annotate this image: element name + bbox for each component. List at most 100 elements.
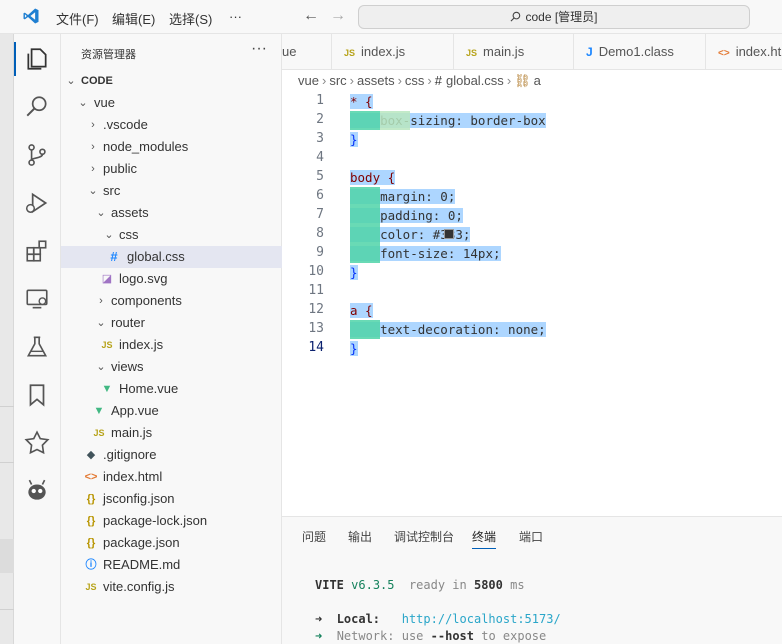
chevron-down-icon: ⌄ — [78, 97, 88, 109]
terminal-text: ready in — [408, 578, 467, 592]
line-number: 5 — [316, 169, 324, 184]
copilot-icon[interactable] — [24, 430, 50, 456]
tree-item-src[interactable]: ⌄ src — [61, 180, 282, 202]
tab-label: index.ht — [735, 44, 782, 59]
tab-index-js[interactable]: JS index.js — [332, 34, 454, 69]
panel-tab-debug-console[interactable]: 调试控制台 — [394, 528, 454, 545]
tree-item-index-html[interactable]: <> index.html — [61, 466, 282, 488]
alien-extension-icon[interactable] — [24, 478, 50, 504]
tree-item-vite-config-js[interactable]: JS vite.config.js — [61, 576, 282, 598]
tree-item-public[interactable]: › public — [61, 158, 282, 180]
bookmark-icon[interactable] — [24, 382, 50, 408]
menu-more[interactable]: ··· — [229, 9, 242, 24]
chevron-down-icon: ⌄ — [96, 361, 106, 373]
tree-item-views[interactable]: ⌄ views — [61, 356, 282, 378]
tab-main-js[interactable]: JS main.js — [454, 34, 574, 69]
chevron-right-icon: › — [321, 73, 327, 88]
forward-arrow-icon[interactable]: → — [330, 7, 346, 25]
terminal-line-vite: VITE v6.3.5 ready in 5800 ms — [315, 578, 525, 592]
tree-item-jsconfig-json[interactable]: {} jsconfig.json — [61, 488, 282, 510]
tree-item-package-json[interactable]: {} package.json — [61, 532, 282, 554]
terminal-text: --host — [430, 629, 474, 643]
breadcrumb-item[interactable]: vue — [298, 73, 319, 88]
json-file-icon: {} — [86, 537, 96, 549]
menu-edit[interactable]: 编辑(E) — [112, 9, 155, 28]
tree-item-logo-svg[interactable]: ◪ logo.svg — [61, 268, 282, 290]
tree-item-readme[interactable]: ⓘ README.md — [61, 554, 282, 576]
indent-guide — [350, 320, 380, 339]
strip-highlight — [0, 539, 14, 573]
tree-item-css[interactable]: ⌄ css — [61, 224, 282, 246]
chevron-right-icon: › — [427, 73, 432, 88]
breadcrumb-item[interactable]: a — [534, 73, 541, 88]
tree-item-home-vue[interactable]: ▼ Home.vue — [61, 378, 282, 400]
tree-item-label: README.md — [103, 557, 181, 572]
tree-item-label: App.vue — [111, 403, 159, 418]
terminal-line-local: ➜ Local: http://localhost:5173/ — [315, 612, 561, 626]
code-line: } — [350, 263, 358, 282]
tree-item-router-index-js[interactable]: JS index.js — [61, 334, 282, 356]
vue-file-icon: ▼ — [101, 383, 113, 395]
panel-tab-problems[interactable]: 问题 — [302, 528, 326, 545]
vscode-logo-icon — [23, 8, 39, 24]
local-url-link[interactable]: http://localhost:5173/ — [402, 612, 561, 626]
search-icon[interactable] — [24, 94, 50, 120]
chevron-down-icon: ⌄ — [104, 229, 114, 241]
tree-item-label: assets — [111, 205, 149, 220]
current-line-number: 14 — [308, 340, 324, 355]
source-control-icon[interactable] — [24, 142, 50, 168]
panel-tab-output[interactable]: 输出 — [348, 528, 372, 545]
remote-explorer-icon[interactable] — [24, 286, 50, 312]
tree-item-assets[interactable]: ⌄ assets — [61, 202, 282, 224]
css-file-icon: # — [110, 249, 118, 264]
extensions-icon[interactable] — [24, 238, 50, 264]
code-line: a { — [350, 301, 373, 320]
chevron-right-icon: › — [91, 163, 95, 175]
tree-item-label: Home.vue — [119, 381, 179, 396]
js-file-icon: JS — [85, 582, 97, 592]
tab-demo1-class[interactable]: J Demo1.class — [574, 34, 706, 69]
tab-index-html[interactable]: <> index.ht — [706, 34, 782, 69]
editor-tabs: ue JS index.js JS main.js J Demo1.class <> i… — [282, 34, 782, 70]
tab-vue[interactable]: ue — [282, 34, 332, 69]
tree-item-label: logo.svg — [119, 271, 168, 286]
breadcrumb-item[interactable]: assets — [357, 73, 395, 88]
active-indicator — [14, 42, 16, 76]
code-line: * { — [350, 92, 373, 111]
title-bar: 文件(F) 编辑(E) 选择(S) ··· ← → code [管理员] — [0, 0, 782, 34]
run-debug-icon[interactable] — [24, 190, 50, 216]
search-icon — [511, 11, 521, 22]
tree-item-label: index.js — [119, 337, 164, 352]
tree-item-vue[interactable]: ⌄ vue — [61, 92, 282, 114]
tree-item-global-css[interactable]: # global.css — [61, 246, 282, 268]
tree-item-app-vue[interactable]: ▼ App.vue — [61, 400, 282, 422]
code-text: body { — [350, 170, 396, 185]
tree-item-components[interactable]: › components — [61, 290, 282, 312]
breadcrumb-item[interactable]: global.css — [446, 73, 504, 88]
tree-item-node-modules[interactable]: › node_modules — [61, 136, 282, 158]
back-arrow-icon[interactable]: ← — [303, 7, 319, 25]
color-swatch — [444, 229, 454, 239]
line-number: 13 — [308, 321, 324, 336]
breadcrumb-item[interactable]: src — [329, 73, 346, 88]
tree-item-main-js[interactable]: JS main.js — [61, 422, 282, 444]
menu-selection[interactable]: 选择(S) — [169, 9, 212, 28]
testing-icon[interactable] — [24, 334, 50, 360]
code-editor[interactable]: vue › src › assets › css › # global.css › ⛓ a 1 2 3 … — [282, 70, 782, 516]
tree-item-package-lock-json[interactable]: {} package-lock.json — [61, 510, 282, 532]
more-actions-icon[interactable]: ··· — [251, 40, 267, 58]
panel-tab-ports[interactable]: 端口 — [519, 528, 543, 545]
panel-tab-terminal[interactable]: 终端 — [472, 528, 497, 549]
line-number: 7 — [316, 207, 324, 222]
explorer-icon[interactable] — [24, 46, 50, 72]
menu-file[interactable]: 文件(F) — [56, 9, 99, 28]
tree-root[interactable]: ⌄ CODE — [61, 70, 282, 92]
terminal-text: Network: — [336, 629, 395, 643]
tree-item-vscode[interactable]: › .vscode — [61, 114, 282, 136]
tree-item-label: vue — [94, 95, 115, 110]
tree-item-router[interactable]: ⌄ router — [61, 312, 282, 334]
tree-item-gitignore[interactable]: ◆ .gitignore — [61, 444, 282, 466]
command-center[interactable]: code [管理员] — [358, 5, 750, 29]
breadcrumb-item[interactable]: css — [405, 73, 425, 88]
line-number: 3 — [316, 131, 324, 146]
